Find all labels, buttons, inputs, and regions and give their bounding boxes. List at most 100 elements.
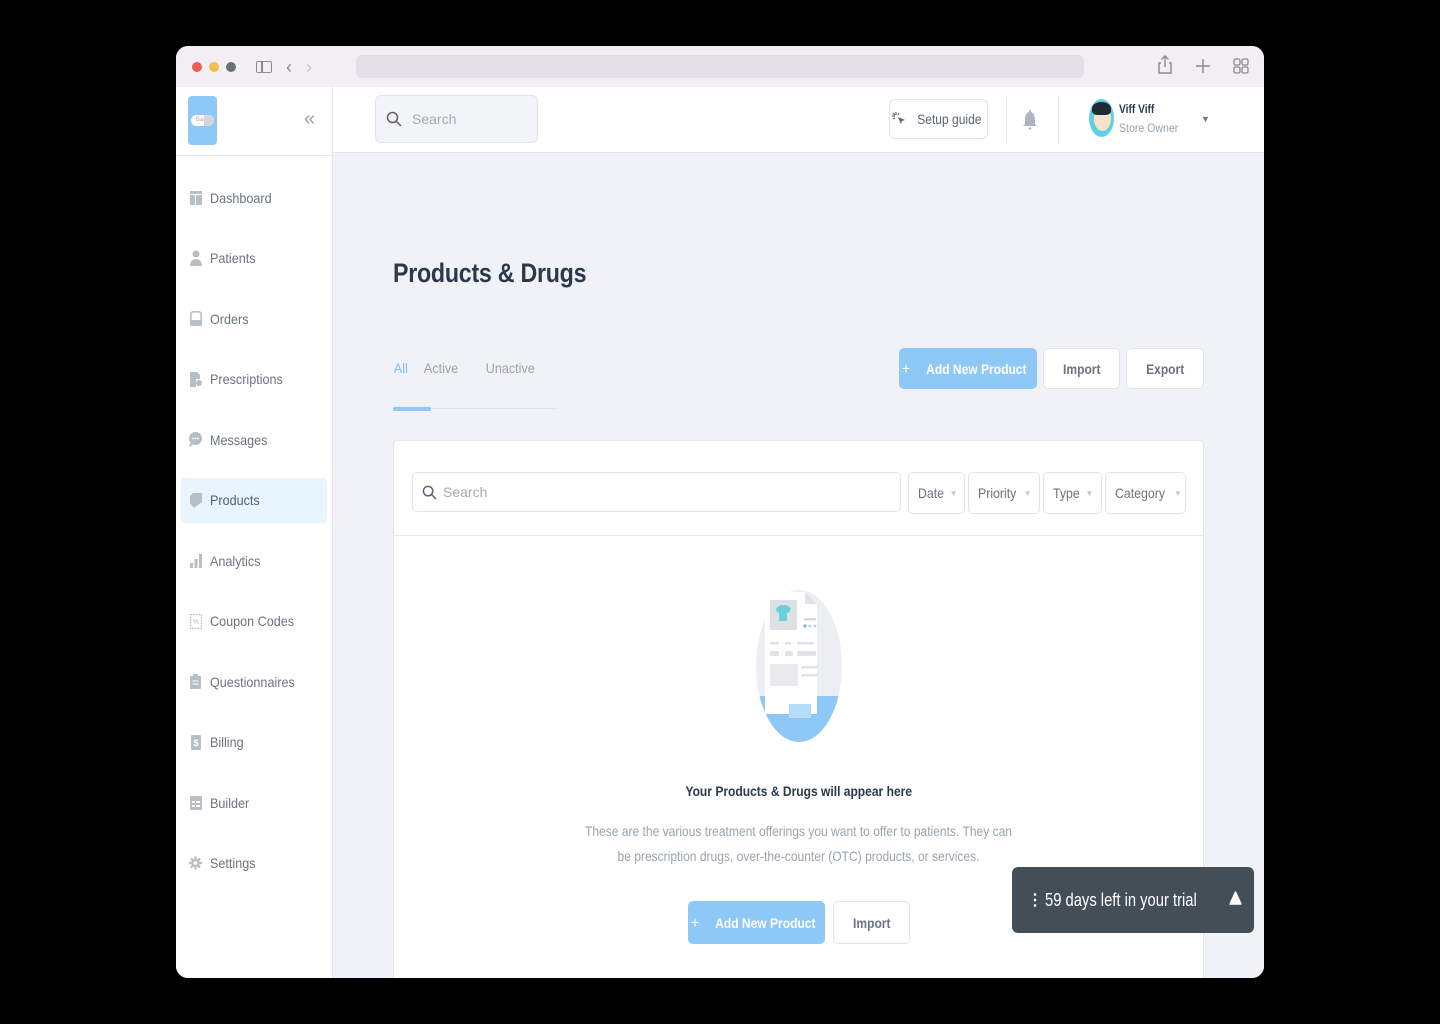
filter-bar: Date▼ Priority▼ Type▼ Category▼ xyxy=(394,441,1203,536)
dashboard-icon xyxy=(189,190,202,205)
sidebar-toggle-icon[interactable] xyxy=(256,60,272,73)
prescription-icon xyxy=(189,371,202,387)
tab-unactive[interactable]: Unactive xyxy=(483,353,537,409)
import-button[interactable]: Import xyxy=(1043,348,1120,389)
close-window-button[interactable] xyxy=(192,61,202,72)
notification-bell-icon[interactable] xyxy=(1023,109,1037,136)
status-tabs: All Active Unactive xyxy=(393,353,558,411)
add-new-product-button[interactable]: + Add New Product xyxy=(899,348,1037,389)
bar-chart-icon xyxy=(189,553,202,568)
sidebar-item-label: Orders xyxy=(210,310,249,327)
divider xyxy=(1058,97,1059,143)
filter-dropdowns: Date ▼ Priority ▼ Type ▼ Category ▼ xyxy=(908,472,1186,514)
filter-priority-dropdown[interactable]: Priority ▼ xyxy=(968,472,1040,514)
chevron-down-icon: ▼ xyxy=(949,488,958,498)
top-bar: Setup guide Viff Viff Store Owner ▼ xyxy=(333,87,1264,153)
sidebar-item-patients[interactable]: Patients xyxy=(181,236,327,281)
trial-banner-text: 59 days left in your trial xyxy=(1045,889,1197,910)
tab-overview-icon[interactable] xyxy=(1232,57,1250,79)
share-icon[interactable] xyxy=(1156,55,1174,80)
drag-handle-icon[interactable]: ⋮ xyxy=(1027,890,1043,910)
add-new-product-label: Add New Product xyxy=(714,914,816,931)
export-button[interactable]: Export xyxy=(1126,348,1204,389)
page-title: Products & Drugs xyxy=(393,258,587,288)
forward-icon[interactable]: › xyxy=(306,58,312,76)
sidebar-item-prescriptions[interactable]: Prescriptions xyxy=(181,357,327,402)
tag-icon xyxy=(189,492,202,508)
sidebar-item-messages[interactable]: Messages xyxy=(181,417,327,462)
sidebar-item-label: Products xyxy=(210,492,260,508)
user-role: Store Owner xyxy=(1119,120,1179,135)
export-label: Export xyxy=(1145,360,1185,377)
sidebar-item-settings[interactable]: Settings xyxy=(181,841,327,886)
empty-import-button[interactable]: Import xyxy=(833,901,910,944)
global-search-input[interactable] xyxy=(412,111,522,127)
window-controls xyxy=(192,61,236,72)
orders-icon xyxy=(189,311,202,326)
empty-state-title: Your Products & Drugs will appear here xyxy=(685,783,912,799)
search-icon xyxy=(386,111,402,127)
add-new-product-label: Add New Product xyxy=(926,360,1027,377)
plus-icon: + xyxy=(690,912,699,932)
sidebar-item-products[interactable]: Products xyxy=(181,477,327,523)
maximize-window-button[interactable] xyxy=(226,61,236,72)
tab-all[interactable]: All xyxy=(393,353,430,411)
browser-chrome: ‹ › xyxy=(176,46,1264,87)
browser-window: ‹ › Bask « Dashboard Patients Orders Pre… xyxy=(176,46,1264,978)
patient-icon xyxy=(189,250,202,266)
gear-icon xyxy=(189,856,202,871)
setup-guide-button[interactable]: Setup guide xyxy=(889,99,988,139)
plus-icon: + xyxy=(901,358,911,378)
sidebar-nav: Dashboard Patients Orders Prescriptions xyxy=(176,175,332,886)
message-icon xyxy=(189,432,202,447)
user-name: Viff Viff xyxy=(1119,101,1155,116)
new-tab-icon[interactable] xyxy=(1194,57,1212,79)
sidebar-item-coupon-codes[interactable]: % Coupon Codes xyxy=(181,599,327,644)
collapse-sidebar-icon[interactable]: « xyxy=(304,109,315,129)
filter-type-dropdown[interactable]: Type ▼ xyxy=(1043,472,1102,514)
chevron-down-icon[interactable]: ▼ xyxy=(1201,114,1210,124)
import-label: Import xyxy=(852,914,891,931)
sidebar-item-orders[interactable]: Orders xyxy=(181,296,327,341)
sidebar-item-label: Questionnaires xyxy=(210,673,295,690)
tab-active[interactable]: Active xyxy=(422,353,460,409)
avatar xyxy=(1089,99,1114,137)
setup-guide-label: Setup guide xyxy=(916,111,982,127)
app-logo[interactable]: Bask xyxy=(188,96,217,145)
sidebar-item-questionnaires[interactable]: Questionnaires xyxy=(181,659,327,704)
svg-text:$: $ xyxy=(193,738,198,748)
sidebar-item-dashboard[interactable]: Dashboard xyxy=(181,175,327,220)
trial-banner[interactable]: ⋮ 59 days left in your trial xyxy=(1012,867,1254,933)
global-search[interactable] xyxy=(375,95,538,143)
filter-category-dropdown[interactable]: Category ▼ xyxy=(1105,472,1186,514)
billing-icon: $ xyxy=(189,734,202,750)
sidebar-item-label: Patients xyxy=(210,250,256,266)
empty-add-new-product-button[interactable]: + Add New Product xyxy=(688,901,825,944)
svg-text:%: % xyxy=(192,619,198,626)
user-menu[interactable]: Viff Viff Store Owner xyxy=(1089,99,1186,137)
filter-date-dropdown[interactable]: Date ▼ xyxy=(908,472,965,514)
builder-icon xyxy=(189,795,202,810)
logo-text: Bask xyxy=(191,115,214,126)
address-bar[interactable] xyxy=(356,55,1084,78)
cursor-click-icon xyxy=(891,112,905,124)
expand-up-icon[interactable] xyxy=(1229,891,1242,906)
sidebar-item-label: Analytics xyxy=(210,552,261,569)
clipboard-icon xyxy=(189,674,202,689)
sidebar-item-billing[interactable]: $ Billing xyxy=(181,720,327,765)
chevron-down-icon: ▼ xyxy=(1023,488,1032,498)
sidebar-item-analytics[interactable]: Analytics xyxy=(181,538,327,583)
sidebar-item-label: Billing xyxy=(210,734,244,750)
search-icon xyxy=(422,485,437,500)
sidebar-header: Bask « xyxy=(176,87,332,156)
minimize-window-button[interactable] xyxy=(209,61,219,72)
empty-state-description: These are the various treatment offering… xyxy=(584,823,1012,864)
sidebar-item-label: Builder xyxy=(210,794,250,811)
product-search[interactable] xyxy=(412,472,901,512)
back-icon[interactable]: ‹ xyxy=(286,58,292,76)
chevron-down-icon: ▼ xyxy=(1085,488,1094,498)
sidebar-item-label: Settings xyxy=(210,855,256,871)
sidebar-item-builder[interactable]: Builder xyxy=(181,780,327,825)
product-search-input[interactable] xyxy=(443,484,883,500)
sidebar-item-label: Prescriptions xyxy=(210,371,283,387)
